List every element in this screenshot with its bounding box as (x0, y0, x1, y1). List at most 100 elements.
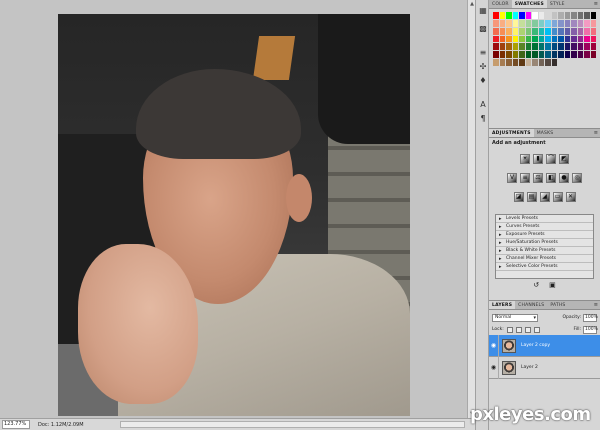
swatch[interactable] (512, 43, 518, 51)
swatch[interactable] (519, 59, 525, 66)
swatch[interactable] (564, 27, 570, 35)
swatch[interactable] (499, 59, 505, 66)
swatch[interactable] (564, 43, 570, 51)
color-panel-icon[interactable]: ▦ (478, 6, 488, 16)
levels-icon[interactable]: ▮ (533, 154, 543, 164)
layer-row[interactable]: ◉ Layer 2 copy (489, 334, 600, 357)
swatch[interactable] (584, 35, 590, 43)
blend-mode-select[interactable]: Normal (492, 313, 538, 322)
swatch[interactable] (512, 35, 518, 43)
swatch[interactable] (493, 43, 499, 51)
swatch[interactable] (499, 12, 505, 19)
swatch[interactable] (493, 19, 499, 27)
swatch[interactable] (558, 35, 564, 43)
panel-menu-icon[interactable]: ≡ (594, 0, 598, 9)
swatch[interactable] (590, 27, 596, 35)
swatch[interactable] (519, 27, 525, 35)
swatch[interactable] (577, 43, 583, 51)
preset-item[interactable]: Selective Color Presets (496, 263, 593, 271)
swatch[interactable] (571, 43, 577, 51)
hue-saturation-icon[interactable]: ≡ (520, 173, 530, 183)
preset-item[interactable]: Hue/Saturation Presets (496, 239, 593, 247)
tab-paths[interactable]: PATHS (547, 301, 568, 309)
swatch[interactable] (525, 19, 531, 27)
swatch[interactable] (538, 35, 544, 43)
swatch[interactable] (545, 59, 551, 66)
swatch[interactable] (545, 27, 551, 35)
swatch[interactable] (545, 12, 551, 19)
horizontal-scrollbar[interactable] (120, 421, 465, 428)
swatch[interactable] (493, 12, 499, 19)
preset-item[interactable]: Channel Mixer Presets (496, 255, 593, 263)
swatch[interactable] (519, 43, 525, 51)
swatch[interactable] (532, 12, 538, 19)
swatch[interactable] (551, 43, 557, 51)
tab-color[interactable]: COLOR (489, 0, 512, 8)
swatch[interactable] (558, 51, 564, 59)
swatch[interactable] (564, 51, 570, 59)
swatch[interactable] (532, 59, 538, 66)
layer-row[interactable]: ◉ Layer 2 (489, 356, 600, 379)
preset-item[interactable]: Levels Presets (496, 215, 593, 223)
curves-icon[interactable]: ⌒ (546, 154, 556, 164)
swatch[interactable] (519, 12, 525, 19)
exposure-icon[interactable]: ◩ (559, 154, 569, 164)
swatch[interactable] (525, 59, 531, 66)
photo-filter-icon[interactable]: ● (559, 173, 569, 183)
fill-input[interactable]: 100% (583, 325, 598, 334)
lock-position-icon[interactable] (524, 326, 531, 333)
swatch[interactable] (525, 43, 531, 51)
swatch[interactable] (551, 19, 557, 27)
layer-name[interactable]: Layer 2 copy (521, 343, 550, 348)
swatch[interactable] (532, 51, 538, 59)
swatch[interactable] (590, 12, 596, 19)
brush-panel-icon[interactable]: ≡ (478, 48, 488, 58)
swatch[interactable] (538, 43, 544, 51)
channel-mixer-icon[interactable]: ◎ (572, 173, 582, 183)
swatch[interactable] (551, 12, 557, 19)
swatch[interactable] (584, 19, 590, 27)
swatch-panel-icon[interactable]: ▩ (478, 24, 488, 34)
zoom-field[interactable]: 123.77% (2, 420, 30, 429)
swatch[interactable] (506, 12, 512, 19)
vertical-scrollbar[interactable]: ▲ ▼ (467, 0, 475, 418)
character-panel-icon[interactable]: A (478, 100, 488, 110)
swatch[interactable] (545, 19, 551, 27)
swatch[interactable] (499, 43, 505, 51)
swatch[interactable] (590, 19, 596, 27)
swatch[interactable] (584, 12, 590, 19)
swatch[interactable] (512, 27, 518, 35)
swatch[interactable] (551, 59, 557, 66)
swatch[interactable] (577, 27, 583, 35)
black-white-icon[interactable]: ◧ (546, 173, 556, 183)
swatch[interactable] (519, 51, 525, 59)
swatch[interactable] (519, 19, 525, 27)
swatch[interactable] (538, 12, 544, 19)
clone-source-icon[interactable]: ✣ (478, 62, 488, 72)
swatch[interactable] (571, 35, 577, 43)
lock-image-icon[interactable] (515, 326, 522, 333)
swatch[interactable] (532, 35, 538, 43)
swatch[interactable] (564, 12, 570, 19)
threshold-icon[interactable]: ◢ (539, 192, 550, 202)
swatch[interactable] (558, 19, 564, 27)
swatch[interactable] (551, 27, 557, 35)
swatch[interactable] (551, 51, 557, 59)
swatch[interactable] (558, 12, 564, 19)
swatch[interactable] (590, 43, 596, 51)
swatch[interactable] (564, 35, 570, 43)
swatch[interactable] (493, 35, 499, 43)
swatch[interactable] (525, 35, 531, 43)
brightness-contrast-icon[interactable]: ☀ (520, 154, 530, 164)
swatch[interactable] (512, 19, 518, 27)
tab-channels[interactable]: CHANNELS (515, 301, 547, 309)
swatch[interactable] (532, 27, 538, 35)
posterize-icon[interactable]: ▤ (526, 192, 537, 202)
panel-menu-icon[interactable]: ≡ (594, 129, 598, 138)
swatch[interactable] (571, 51, 577, 59)
swatch[interactable] (571, 12, 577, 19)
swatch[interactable] (532, 19, 538, 27)
visibility-eye-icon[interactable]: ◉ (489, 356, 499, 379)
swatch[interactable] (512, 12, 518, 19)
preset-item[interactable]: Exposure Presets (496, 231, 593, 239)
